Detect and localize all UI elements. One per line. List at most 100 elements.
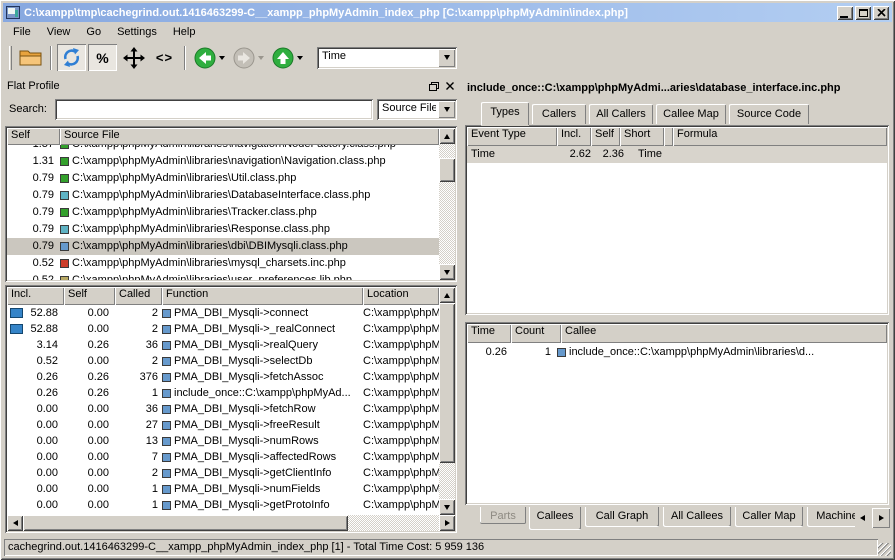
reload-button[interactable] — [57, 44, 86, 71]
function-row[interactable]: 0.000.007PMA_DBI_Mysqli->affectedRowsC:\… — [7, 449, 439, 465]
source-file-row[interactable]: 0.52C:\xampp\phpMyAdmin\libraries\user_p… — [7, 272, 439, 280]
tab-types[interactable]: Types — [481, 101, 529, 125]
column-header-incl[interactable]: Incl. — [7, 287, 64, 305]
tab-all-callers[interactable]: All Callers — [589, 103, 653, 124]
event-type-select[interactable]: Time — [317, 47, 457, 69]
scroll-down-button[interactable] — [439, 264, 455, 280]
event-type-row-selected[interactable]: Time 2.62 2.36 Time — [467, 146, 887, 163]
tab-callee-map[interactable]: Callee Map — [656, 103, 726, 124]
back-dropdown-icon[interactable] — [219, 56, 225, 60]
function-list-hscrollbar[interactable] — [7, 515, 455, 531]
column-header-self[interactable]: Self — [591, 127, 620, 146]
tab-callers[interactable]: Callers — [532, 103, 586, 124]
scroll-right-button[interactable] — [439, 515, 455, 531]
flat-profile-titlebar[interactable]: Flat Profile — [5, 78, 457, 94]
dock-float-button[interactable] — [427, 80, 441, 93]
tab-caller-map[interactable]: Caller Map — [735, 507, 803, 527]
open-file-button[interactable] — [16, 44, 45, 71]
source-list-vscrollbar[interactable] — [439, 128, 455, 280]
callee-row[interactable]: 0.26 1 include_once::C:\xampp\phpMyAdmin… — [467, 343, 887, 361]
source-file-row[interactable]: 0.79C:\xampp\phpMyAdmin\libraries\Databa… — [7, 187, 439, 204]
menu-settings[interactable]: Settings — [109, 24, 165, 40]
resize-grip[interactable] — [878, 543, 891, 556]
column-header-incl[interactable]: Incl. — [557, 127, 591, 146]
source-file-row[interactable]: 0.79C:\xampp\phpMyAdmin\libraries\Tracke… — [7, 204, 439, 221]
source-file-icon — [60, 174, 69, 183]
percent-button[interactable]: % — [88, 44, 117, 71]
scroll-left-button[interactable] — [7, 515, 23, 531]
column-header-source-file[interactable]: Source File — [60, 128, 439, 145]
menu-view[interactable]: View — [39, 24, 79, 40]
expand-button[interactable] — [119, 44, 148, 71]
window-titlebar[interactable]: C:\xampp\tmp\cachegrind.out.1416463299-C… — [3, 3, 892, 22]
column-header-self[interactable]: Self — [7, 128, 60, 145]
scroll-thumb[interactable] — [23, 515, 348, 531]
column-header-short[interactable]: Short — [620, 127, 664, 146]
column-header-count[interactable]: Count — [511, 324, 561, 343]
tab-source-code[interactable]: Source Code — [729, 103, 809, 124]
tab-scroll-left-button[interactable] — [855, 508, 870, 528]
source-file-row[interactable]: 1.31C:\xampp\phpMyAdmin\libraries\naviga… — [7, 153, 439, 170]
source-file-row[interactable]: 0.52C:\xampp\phpMyAdmin\libraries\mysql_… — [7, 255, 439, 272]
function-row[interactable]: 0.260.261include_once::C:\xampp\phpMyAd.… — [7, 385, 439, 401]
source-file-row-selected[interactable]: 0.79C:\xampp\phpMyAdmin\libraries\dbi\DB… — [7, 238, 439, 255]
scroll-up-button[interactable] — [439, 287, 455, 303]
column-header-self[interactable]: Self — [64, 287, 115, 305]
function-row[interactable]: 0.520.002PMA_DBI_Mysqli->selectDbC:\xamp… — [7, 353, 439, 369]
cycle-grouping-button[interactable]: <> — [150, 44, 179, 71]
scroll-up-button[interactable] — [439, 128, 455, 144]
tab-scroll-right-button[interactable] — [872, 508, 890, 528]
column-header-callee[interactable]: Callee — [561, 324, 887, 343]
function-row[interactable]: 0.000.002PMA_DBI_Mysqli->getClientInfoC:… — [7, 465, 439, 481]
tab-all-callees[interactable]: All Callees — [663, 507, 731, 527]
dock-close-button[interactable] — [443, 80, 457, 93]
incl-value: 2.62 — [557, 146, 591, 163]
scroll-thumb[interactable] — [439, 303, 455, 463]
column-header-event-type[interactable]: Event Type — [467, 127, 557, 146]
column-header-spacer[interactable] — [664, 127, 673, 146]
menu-file[interactable]: File — [5, 24, 39, 40]
column-header-called[interactable]: Called — [115, 287, 162, 305]
source-file-icon — [60, 208, 69, 217]
search-input[interactable] — [55, 99, 373, 120]
up-button[interactable] — [269, 44, 306, 71]
toolbar-handle[interactable] — [9, 46, 12, 70]
function-row[interactable]: 52.880.002PMA_DBI_Mysqli->connectC:\xamp… — [7, 305, 439, 321]
source-file-row[interactable]: 0.79C:\xampp\phpMyAdmin\libraries\Util.c… — [7, 170, 439, 187]
tab-call-graph[interactable]: Call Graph — [585, 507, 659, 527]
menu-go[interactable]: Go — [78, 24, 109, 40]
function-row[interactable]: 0.260.26376PMA_DBI_Mysqli->fetchAssocC:\… — [7, 369, 439, 385]
tab-callees[interactable]: Callees — [529, 507, 581, 530]
column-header-time[interactable]: Time — [467, 324, 511, 343]
function-row[interactable]: 0.000.001PMA_DBI_Mysqli->numFieldsC:\xam… — [7, 481, 439, 497]
source-file-row[interactable]: 1.37C:\xampp\phpMyAdmin\libraries\naviga… — [7, 145, 439, 153]
maximize-button[interactable] — [855, 6, 871, 20]
scroll-down-button[interactable] — [439, 499, 455, 515]
group-by-select[interactable]: Source File — [377, 99, 457, 120]
scroll-thumb[interactable] — [439, 158, 455, 182]
tab-machine-code[interactable]: Machine — [807, 507, 857, 527]
up-dropdown-icon[interactable] — [297, 56, 303, 60]
arrow-down-icon — [444, 270, 450, 275]
location: C:\xampp\phpMyA — [363, 401, 439, 417]
column-header-location[interactable]: Location — [363, 287, 439, 305]
column-header-function[interactable]: Function — [162, 287, 363, 305]
menu-help[interactable]: Help — [165, 24, 204, 40]
minimize-button[interactable] — [837, 6, 853, 20]
source-file-row[interactable]: 0.79C:\xampp\phpMyAdmin\libraries\Respon… — [7, 221, 439, 238]
function-row[interactable]: 52.880.002PMA_DBI_Mysqli->_realConnectC:… — [7, 321, 439, 337]
function-list-vscrollbar[interactable] — [439, 287, 455, 515]
forward-dropdown-icon[interactable] — [258, 56, 264, 60]
tab-parts[interactable]: Parts — [480, 507, 526, 524]
function-row[interactable]: 0.000.001PMA_DBI_Mysqli->getProtoInfoC:\… — [7, 497, 439, 513]
group-by-dropdown-button[interactable] — [438, 101, 455, 118]
column-header-formula[interactable]: Formula — [673, 127, 887, 146]
function-row[interactable]: 3.140.2636PMA_DBI_Mysqli->realQueryC:\xa… — [7, 337, 439, 353]
close-button[interactable] — [873, 6, 889, 20]
function-row[interactable]: 0.000.0036PMA_DBI_Mysqli->fetchRowC:\xam… — [7, 401, 439, 417]
event-type-dropdown-button[interactable] — [438, 49, 455, 67]
function-row[interactable]: 0.000.0013PMA_DBI_Mysqli->numRowsC:\xamp… — [7, 433, 439, 449]
forward-button[interactable] — [230, 44, 267, 71]
function-row[interactable]: 0.000.0027PMA_DBI_Mysqli->freeResultC:\x… — [7, 417, 439, 433]
back-button[interactable] — [191, 44, 228, 71]
